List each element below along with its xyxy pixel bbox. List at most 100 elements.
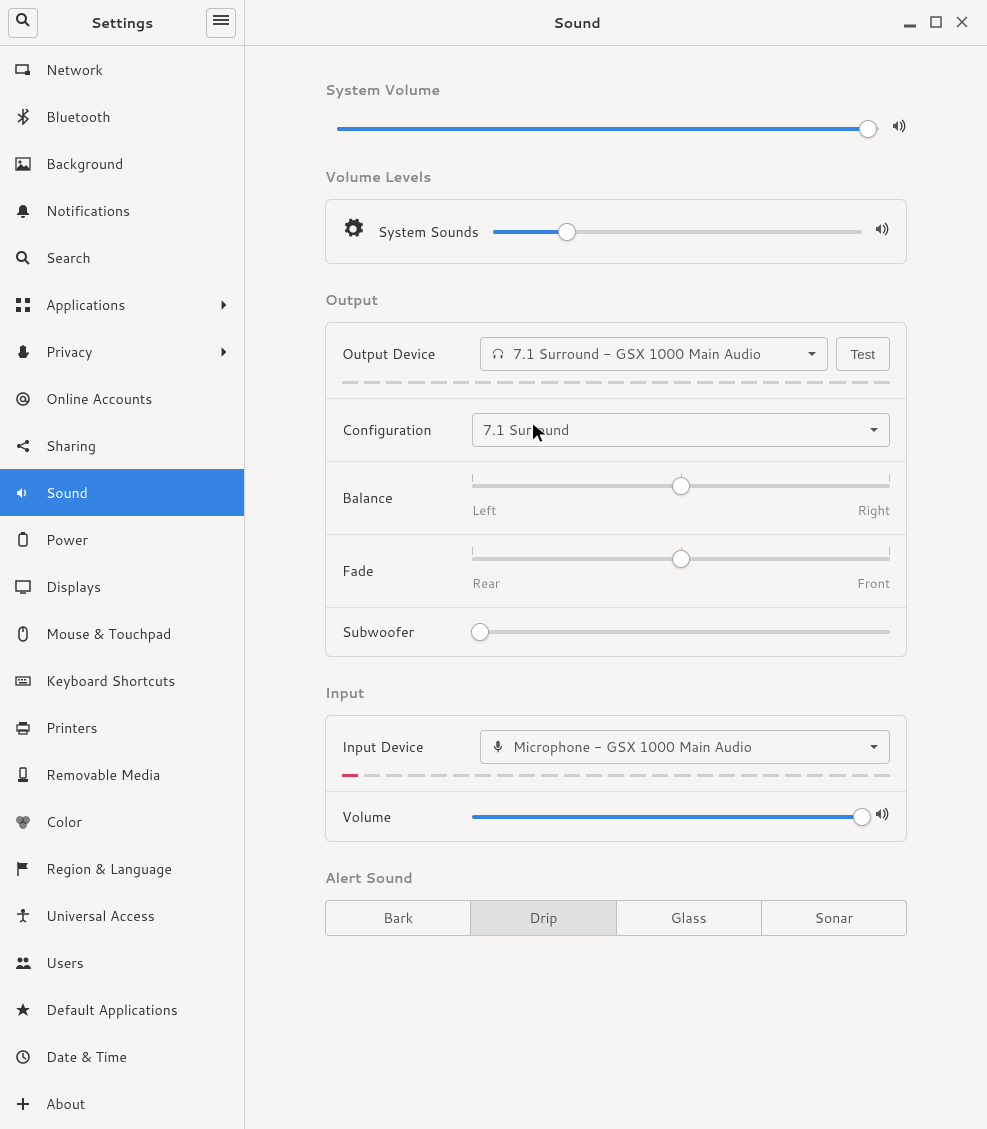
window-minimize-button[interactable]	[897, 10, 923, 36]
sidebar-item-label: Sharing	[46, 436, 230, 456]
sidebar-item-label: Users	[46, 953, 230, 973]
alert-sound-bark[interactable]: Bark	[326, 901, 471, 935]
sidebar-item-label: Universal Access	[46, 906, 230, 926]
alert-sound-drip[interactable]: Drip	[471, 901, 616, 935]
fade-slider[interactable]	[472, 549, 890, 569]
sidebar-item-keyboard-shortcuts[interactable]: Keyboard Shortcuts	[0, 657, 244, 704]
output-level-indicator	[342, 381, 890, 384]
configuration-dropdown[interactable]: 7.1 Surround	[472, 413, 890, 447]
bluetooth-icon	[14, 108, 32, 126]
menu-button[interactable]	[206, 8, 236, 38]
search-icon	[15, 12, 31, 33]
window-close-button[interactable]	[949, 10, 975, 36]
sidebar-item-users[interactable]: Users	[0, 939, 244, 986]
balance-slider[interactable]	[472, 476, 890, 496]
sidebar-item-power[interactable]: Power	[0, 516, 244, 563]
power-icon	[14, 531, 32, 549]
network-icon	[14, 61, 32, 79]
volume-high-icon	[874, 806, 890, 827]
sidebar-item-label: Mouse & Touchpad	[46, 624, 230, 644]
sidebar-item-label: Search	[46, 248, 230, 268]
alert-sound-sonar[interactable]: Sonar	[762, 901, 906, 935]
sidebar-item-default-applications[interactable]: Default Applications	[0, 986, 244, 1033]
input-device-dropdown[interactable]: Microphone - GSX 1000 Main Audio	[480, 730, 890, 764]
sidebar-item-label: Displays	[46, 577, 230, 597]
sidebar-item-label: Notifications	[46, 201, 230, 221]
sidebar-item-network[interactable]: Network	[0, 46, 244, 93]
system-volume-slider[interactable]	[337, 119, 879, 139]
apps-icon	[14, 296, 32, 314]
output-card: Output Device 7.1 Surround - GSX 1000 Ma…	[325, 322, 907, 657]
sidebar-item-label: Bluetooth	[46, 107, 230, 127]
sidebar-item-color[interactable]: Color	[0, 798, 244, 845]
sidebar-item-region-language[interactable]: Region & Language	[0, 845, 244, 892]
sidebar-item-label: Printers	[46, 718, 230, 738]
sidebar-item-background[interactable]: Background	[0, 140, 244, 187]
sidebar-item-privacy[interactable]: Privacy	[0, 328, 244, 375]
page-title: Sound	[257, 13, 897, 33]
sidebar-item-label: Network	[46, 60, 230, 80]
sidebar-item-sound[interactable]: Sound	[0, 469, 244, 516]
input-device-value: Microphone - GSX 1000 Main Audio	[513, 737, 869, 757]
section-title-alert-sound: Alert Sound	[325, 868, 907, 888]
sidebar-item-label: Default Applications	[46, 1000, 230, 1020]
sidebar-item-printers[interactable]: Printers	[0, 704, 244, 751]
volume-high-icon	[891, 118, 907, 139]
sidebar-item-displays[interactable]: Displays	[0, 563, 244, 610]
subwoofer-label: Subwoofer	[342, 622, 472, 642]
sidebar: Settings NetworkBluetoothBackgroundNotif…	[0, 0, 245, 1129]
sidebar-item-mouse-touchpad[interactable]: Mouse & Touchpad	[0, 610, 244, 657]
hand-icon	[14, 343, 32, 361]
sidebar-item-label: Color	[46, 812, 230, 832]
input-card: Input Device Microphone - GSX 1000 Main …	[325, 715, 907, 842]
sidebar-item-universal-access[interactable]: Universal Access	[0, 892, 244, 939]
section-title-system-volume: System Volume	[325, 80, 907, 100]
volume-levels-card: System Sounds	[325, 199, 907, 264]
clock-icon	[14, 1048, 32, 1066]
flag-icon	[14, 860, 32, 878]
maximize-icon	[930, 13, 942, 33]
star-icon	[14, 1001, 32, 1019]
sidebar-item-removable-media[interactable]: Removable Media	[0, 751, 244, 798]
volume-high-icon	[874, 221, 890, 242]
media-icon	[14, 766, 32, 784]
system-sounds-slider[interactable]	[493, 222, 862, 242]
search-button[interactable]	[8, 8, 38, 38]
chevron-right-icon	[218, 346, 230, 358]
share-icon	[14, 437, 32, 455]
alert-sound-glass[interactable]: Glass	[617, 901, 762, 935]
input-volume-label: Volume	[342, 807, 472, 827]
sidebar-item-label: Sound	[46, 483, 230, 503]
mouse-icon	[14, 625, 32, 643]
bell-icon	[14, 202, 32, 220]
chevron-down-icon	[807, 344, 817, 364]
hamburger-icon	[213, 12, 229, 33]
volume-levels-item-label: System Sounds	[378, 222, 479, 242]
search-icon	[14, 249, 32, 267]
output-device-label: Output Device	[342, 344, 472, 364]
input-volume-slider[interactable]	[472, 807, 862, 827]
window-maximize-button[interactable]	[923, 10, 949, 36]
sidebar-item-about[interactable]: About	[0, 1080, 244, 1127]
sidebar-item-date-time[interactable]: Date & Time	[0, 1033, 244, 1080]
input-device-label: Input Device	[342, 737, 472, 757]
color-icon	[14, 813, 32, 831]
sidebar-item-label: Background	[46, 154, 230, 174]
chevron-right-icon	[218, 299, 230, 311]
sidebar-item-notifications[interactable]: Notifications	[0, 187, 244, 234]
test-button[interactable]: Test	[836, 337, 890, 371]
sidebar-item-search[interactable]: Search	[0, 234, 244, 281]
output-device-value: 7.1 Surround - GSX 1000 Main Audio	[513, 344, 807, 364]
sidebar-item-online-accounts[interactable]: Online Accounts	[0, 375, 244, 422]
output-device-dropdown[interactable]: 7.1 Surround - GSX 1000 Main Audio	[480, 337, 828, 371]
sidebar-item-applications[interactable]: Applications	[0, 281, 244, 328]
gear-icon	[342, 218, 364, 245]
sidebar-item-sharing[interactable]: Sharing	[0, 422, 244, 469]
subwoofer-slider[interactable]	[472, 622, 890, 642]
sidebar-item-label: Keyboard Shortcuts	[46, 671, 230, 691]
keyboard-icon	[14, 672, 32, 690]
sidebar-item-bluetooth[interactable]: Bluetooth	[0, 93, 244, 140]
access-icon	[14, 907, 32, 925]
fade-front-label: Front	[857, 575, 890, 593]
sidebar-item-label: Region & Language	[46, 859, 230, 879]
